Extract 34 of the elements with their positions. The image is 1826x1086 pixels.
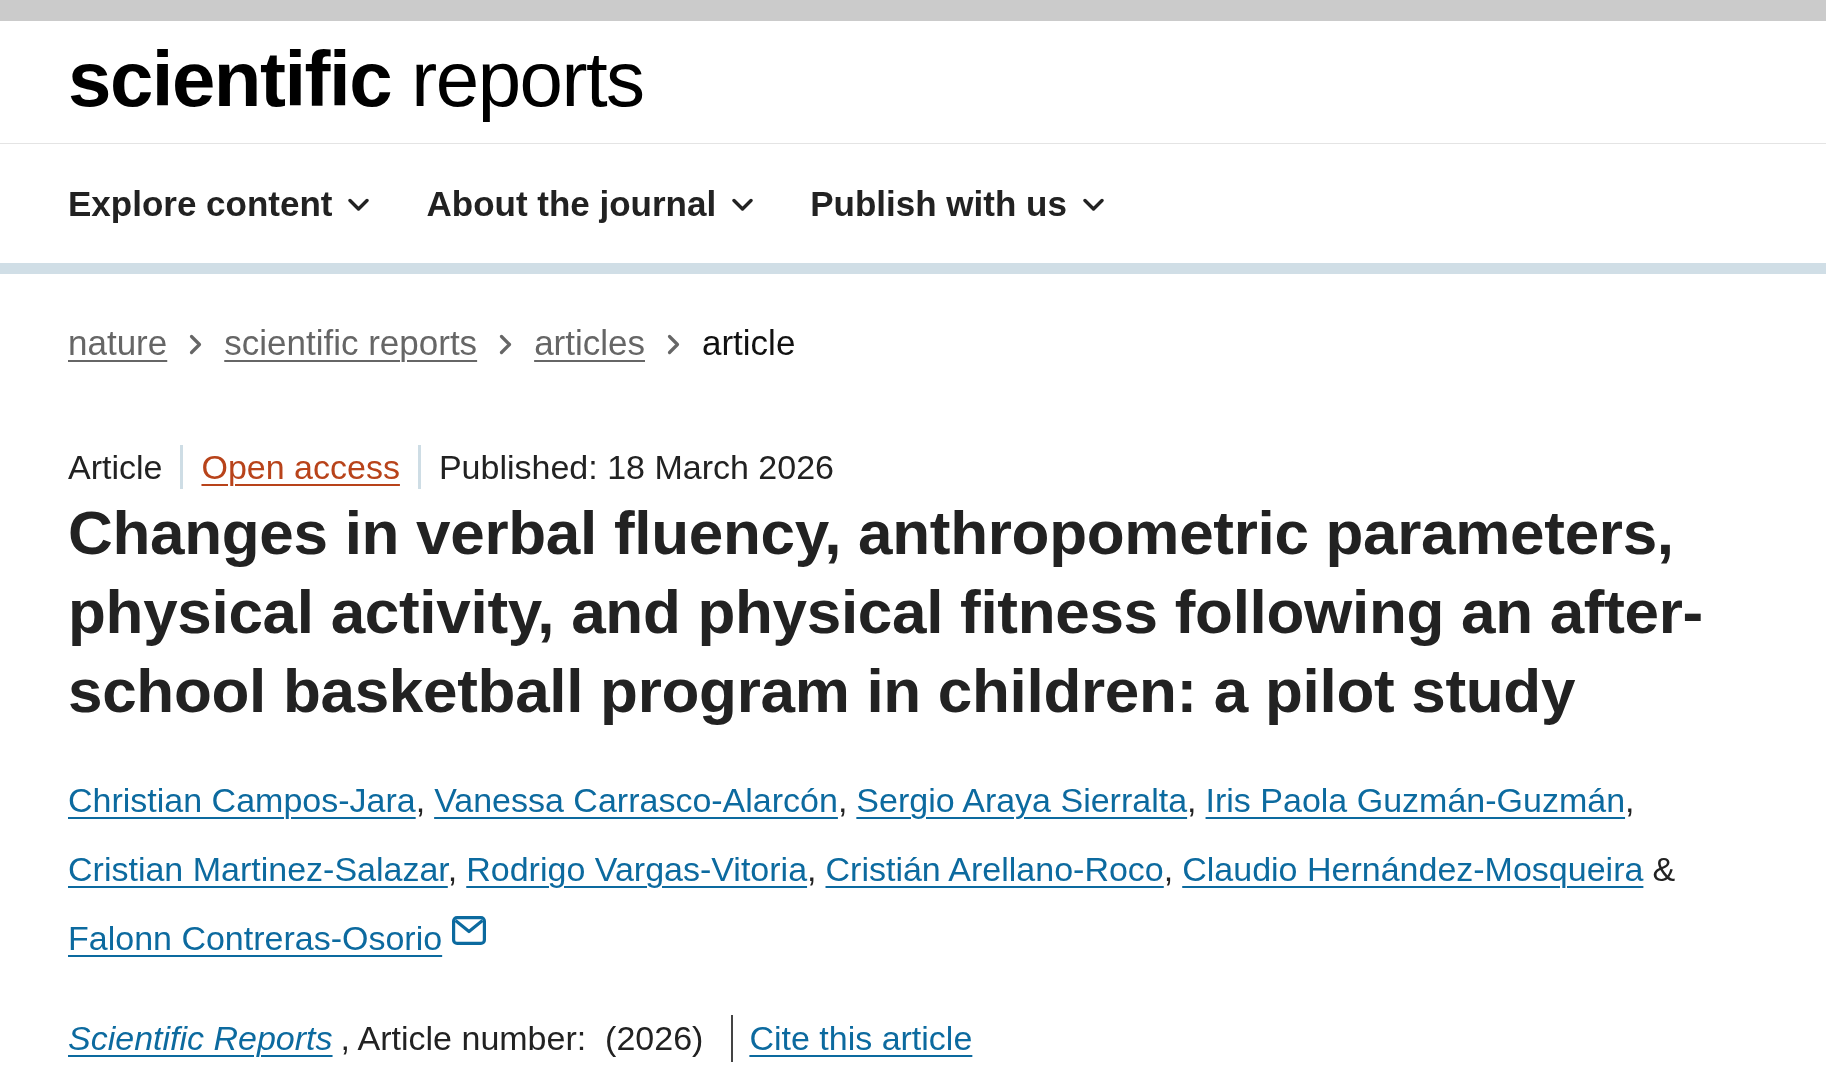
chevron-right-icon	[499, 333, 513, 355]
author-link[interactable]: Cristián Arellano-Roco	[825, 850, 1164, 888]
breadcrumb-link[interactable]: scientific reports	[224, 323, 478, 363]
nav-menu-button[interactable]: Publish with us	[810, 183, 1104, 224]
author-separator: ,	[807, 850, 817, 888]
envelope-icon[interactable]	[452, 916, 487, 945]
cite-article-link[interactable]: Cite this article	[749, 1018, 973, 1058]
article-title: Changes in verbal fluency, anthropometric parameters, physical activity, and physical fitness following an after-school basketball program in children: a pilot study	[68, 497, 1704, 727]
article-number-text: , Article number: (2026)	[340, 1018, 704, 1058]
author-link[interactable]: Iris Paola Guzmán-Guzmán	[1205, 781, 1626, 819]
author-separator: &	[1652, 850, 1676, 888]
author-link[interactable]: Christian Campos-Jara	[68, 781, 416, 819]
author-link[interactable]: Cristian Martinez-Salazar	[68, 850, 448, 888]
breadcrumb-link[interactable]: nature	[68, 323, 168, 363]
breadcrumb-link[interactable]: articles	[534, 323, 645, 363]
nav-menu-button[interactable]: Explore content	[68, 183, 370, 224]
author-link[interactable]: Falonn Contreras-Osorio	[68, 919, 443, 957]
chevron-right-icon	[667, 333, 680, 355]
journal-link[interactable]: Scientific Reports	[68, 1018, 333, 1058]
author-link[interactable]: Claudio Hernández-Mosqueira	[1182, 850, 1644, 888]
nav-menu-button[interactable]: About the journal	[426, 183, 754, 224]
open-access-link[interactable]: Open access	[201, 447, 400, 487]
author-separator: ,	[1163, 850, 1174, 888]
author-link[interactable]: Vanessa Carrasco-Alarcón	[434, 781, 838, 819]
author-separator: ,	[1187, 781, 1197, 819]
author-separator: ,	[415, 781, 426, 819]
chevron-right-icon	[189, 333, 203, 355]
author-link[interactable]: Rodrigo Vargas-Vitoria	[466, 850, 808, 888]
author-separator: ,	[837, 781, 848, 819]
published-date: Published: 18 March 2026	[438, 447, 834, 487]
author-link[interactable]: Sergio Araya Sierralta	[856, 781, 1188, 819]
breadcrumb-current: article	[702, 323, 796, 363]
article-type-label: Article	[68, 447, 163, 487]
author-separator: ,	[1625, 781, 1635, 819]
